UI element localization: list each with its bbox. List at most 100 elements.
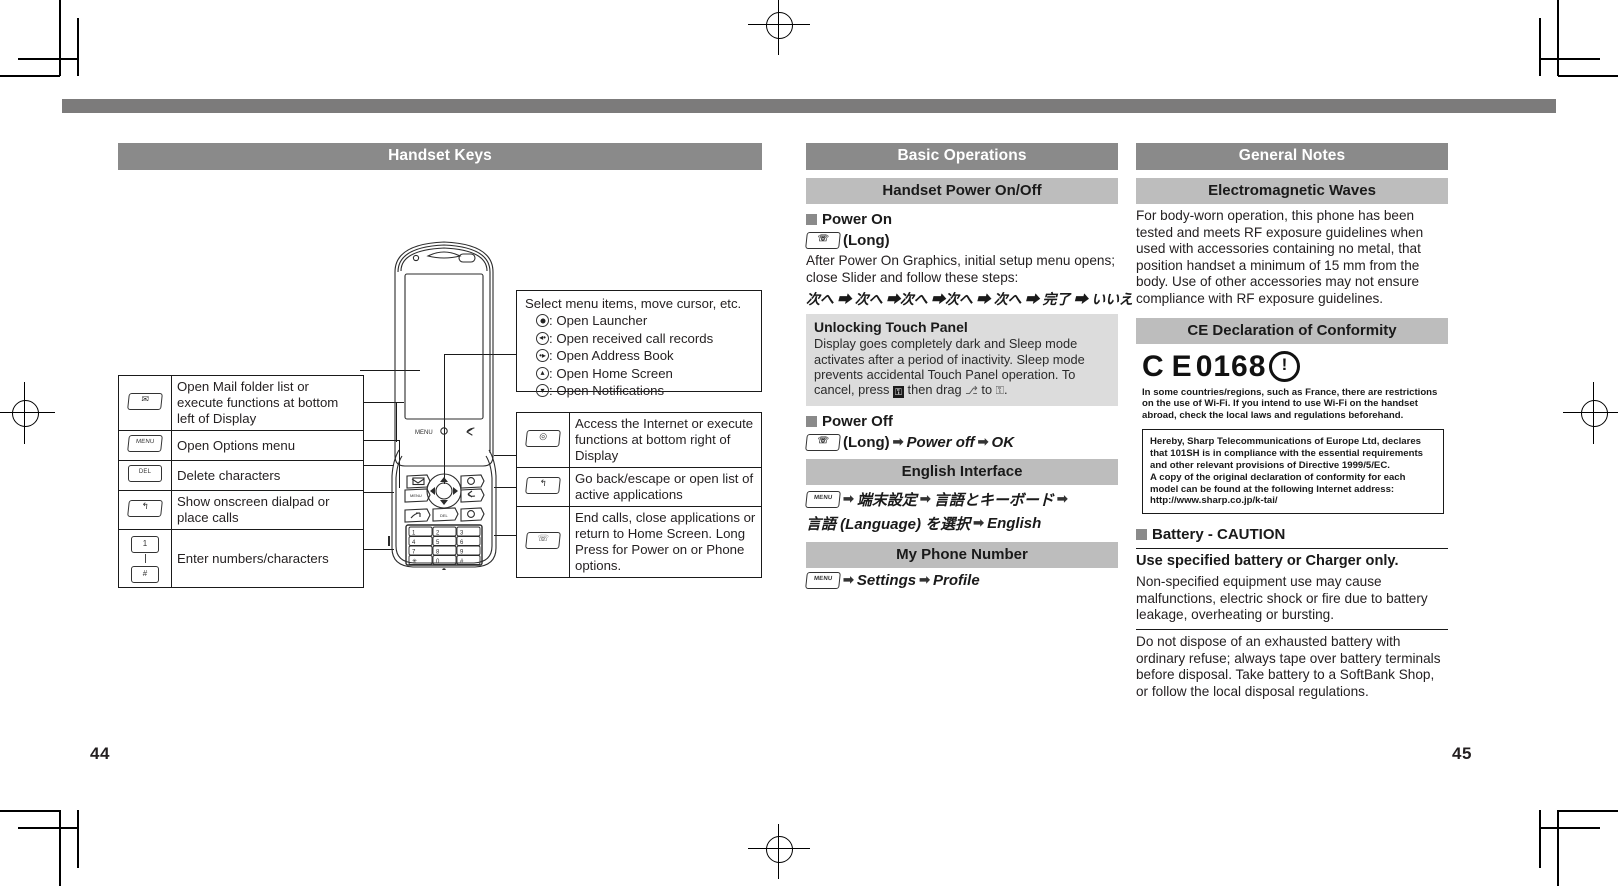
subsection-electromagnetic-waves: Electromagnetic Waves	[1136, 178, 1448, 204]
menu-key-glyph: MENU	[805, 571, 841, 589]
crop-mark-br-v2	[1539, 810, 1541, 868]
dpad-down-icon: ▾	[536, 384, 549, 398]
unlock-target-icon: ⚿	[995, 385, 1005, 398]
dpad-right-icon: •▸	[536, 349, 549, 363]
dpad-left-icon: ◂•	[536, 331, 549, 345]
registration-mark-right-v	[1593, 382, 1595, 444]
heading-power-off: Power Off	[806, 413, 1118, 430]
svg-text:✳: ✳	[412, 558, 417, 565]
power-on-key-line: ☏ (Long)	[805, 232, 1118, 249]
power-end-key-glyph: ☏	[805, 433, 841, 451]
table-row: 1 # Enter numbers/characters	[119, 529, 363, 587]
subsection-english-interface: English Interface	[806, 458, 1118, 485]
electromagnetic-body: For body-worn operation, this phone has …	[1136, 208, 1424, 306]
english-interface-steps: MENU ➡ 端末設定 ➡ 言語とキーボード ➡ 言語 (Language) を…	[805, 490, 1068, 533]
key-function-table-left: ✉ Open Mail folder list or execute funct…	[118, 375, 364, 588]
heading-battery-caution: Battery - CAUTION	[1136, 526, 1448, 543]
dpad-item-up: ▴: Open Home Screen	[525, 365, 753, 382]
section-title-basic-operations: Basic Operations	[806, 143, 1118, 170]
crop-mark-tr-h2	[1540, 58, 1600, 60]
handset-illustration: MENU MENU DEL 1 2 3 4 5 6 7 8 9 ✳ 0 #	[383, 238, 505, 572]
key-desc-keypad: Enter numbers/characters	[171, 529, 363, 587]
battery-body-2: Do not dispose of an exhausted battery w…	[1136, 633, 1441, 699]
crop-mark-tr-v	[1557, 0, 1559, 76]
key-desc-menu: Open Options menu	[171, 430, 363, 461]
back-key-glyph: ↰	[525, 476, 561, 494]
step-arrow-icon: ➡	[973, 515, 985, 531]
key-desc-call: Show onscreen dialpad or place calls	[171, 490, 363, 530]
right-column: General Notes Electromagnetic Waves For …	[1136, 143, 1448, 700]
step-arrow-icon: ➡	[843, 572, 854, 588]
power-on-setup-steps: 次へ ➡ 次へ ➡次へ ➡次へ ➡ 次へ ➡ 完了 ➡ いいえ	[806, 291, 1133, 308]
key-desc-delete: Delete characters	[171, 460, 363, 491]
table-row: ✉ Open Mail folder list or execute funct…	[119, 376, 363, 431]
dpad-callout-intro: Select menu items, move cursor, etc.	[525, 296, 742, 311]
ce-mark-block: C E 0168 ! In some countries/regions, su…	[1136, 350, 1448, 515]
mail-key-icon: ✉	[119, 376, 172, 431]
key-desc-internet: Access the Internet or execute functions…	[575, 416, 754, 463]
mail-key-glyph: ✉	[127, 392, 163, 410]
step-arrow-icon: ➡	[919, 572, 930, 588]
battery-body-1: Non-specified equipment use may cause ma…	[1136, 574, 1428, 623]
dpad-item-right: •▸: Open Address Book	[525, 347, 753, 364]
menu-key-glyph: MENU	[805, 490, 841, 508]
crop-mark-br-v	[1557, 810, 1559, 886]
drag-handle-icon: ⎇	[965, 385, 978, 398]
dpad-item-left: ◂•: Open received call records	[525, 330, 753, 347]
step-arrow-icon: ➡	[843, 491, 854, 507]
key-desc-back: Go back/escape or open list of active ap…	[569, 467, 761, 507]
table-row: ◎ Access the Internet or execute functio…	[517, 413, 761, 468]
table-row: ↰ Show onscreen dialpad or place calls	[119, 490, 363, 530]
subsection-ce-declaration: CE Declaration of Conformity	[1136, 317, 1448, 344]
heading-power-on: Power On	[806, 211, 1118, 228]
my-phone-number-steps: MENU ➡ Settings ➡ Profile	[805, 571, 1118, 589]
power-end-key-icon: ☏	[517, 506, 570, 577]
key-1-glyph: 1	[131, 536, 159, 553]
step-arrow-icon: ➡	[919, 491, 931, 507]
crop-mark-tr-h	[1558, 75, 1618, 77]
ce-mark-icon: C E	[1142, 349, 1193, 383]
section-title-general-notes: General Notes	[1136, 143, 1448, 170]
internet-key-icon: ◎	[517, 413, 570, 468]
ce-fine-print: In some countries/regions, such as Franc…	[1142, 386, 1438, 421]
power-end-key-glyph: ☏	[525, 531, 561, 549]
key-function-table-right: ◎ Access the Internet or execute functio…	[516, 412, 762, 578]
registration-mark-right-circle	[1581, 400, 1608, 427]
crop-mark-br-h2	[1540, 827, 1600, 829]
step-arrow-icon: ➡	[1056, 491, 1068, 507]
keypad-keys-icon: 1 #	[119, 529, 172, 587]
svg-text:MENU: MENU	[410, 493, 422, 498]
delete-key-icon: DEL	[119, 460, 172, 491]
delete-key-glyph: DEL	[128, 465, 162, 482]
square-bullet-icon	[1136, 529, 1147, 541]
crop-mark-tr-v2	[1539, 18, 1541, 76]
page-number-right: 45	[1452, 744, 1472, 763]
call-key-icon: ↰	[119, 490, 172, 530]
menu-key-glyph: MENU	[127, 435, 163, 452]
key-desc-power-end: End calls, close applications or return …	[569, 506, 761, 577]
table-row: MENU Open Options menu	[119, 430, 363, 461]
power-off-step-line: ☏ (Long) ➡ Power off ➡ OK	[805, 433, 1118, 451]
table-row: ↰ Go back/escape or open list of active …	[517, 467, 761, 507]
call-key-glyph: ↰	[127, 499, 163, 517]
svg-text:MENU: MENU	[415, 430, 433, 436]
battery-divider-top	[1136, 548, 1448, 550]
manual-page-spread: 44 45 Handset Keys MENU MENU DEL 1 2 3 4…	[0, 0, 1618, 886]
dpad-item-center: : Open Launcher	[525, 312, 753, 329]
keypad-range-bar	[144, 554, 146, 563]
step-arrow-icon: ➡	[977, 434, 989, 450]
crop-mark-br-h	[1558, 810, 1618, 812]
dpad-item-down: ▾: Open Notifications	[525, 382, 753, 399]
menu-key-icon: MENU	[119, 430, 172, 461]
ce-logo: C E 0168 !	[1136, 350, 1448, 384]
key-desc-mail: Open Mail folder list or execute functio…	[177, 379, 339, 426]
table-row: ☏ End calls, close applications or retur…	[517, 506, 761, 577]
section-title-handset-keys: Handset Keys	[118, 143, 762, 170]
ce-declaration-box: Hereby, Sharp Telecommunications of Euro…	[1142, 429, 1444, 515]
table-row: DEL Delete characters	[119, 460, 363, 491]
battery-lead: Use specified battery or Charger only.	[1136, 553, 1399, 570]
square-bullet-icon	[806, 214, 817, 225]
power-on-body: After Power On Graphics, initial setup m…	[806, 253, 1116, 285]
note-unlocking-touch-panel: Unlocking Touch Panel Display goes compl…	[806, 314, 1118, 406]
square-bullet-icon	[806, 415, 817, 427]
